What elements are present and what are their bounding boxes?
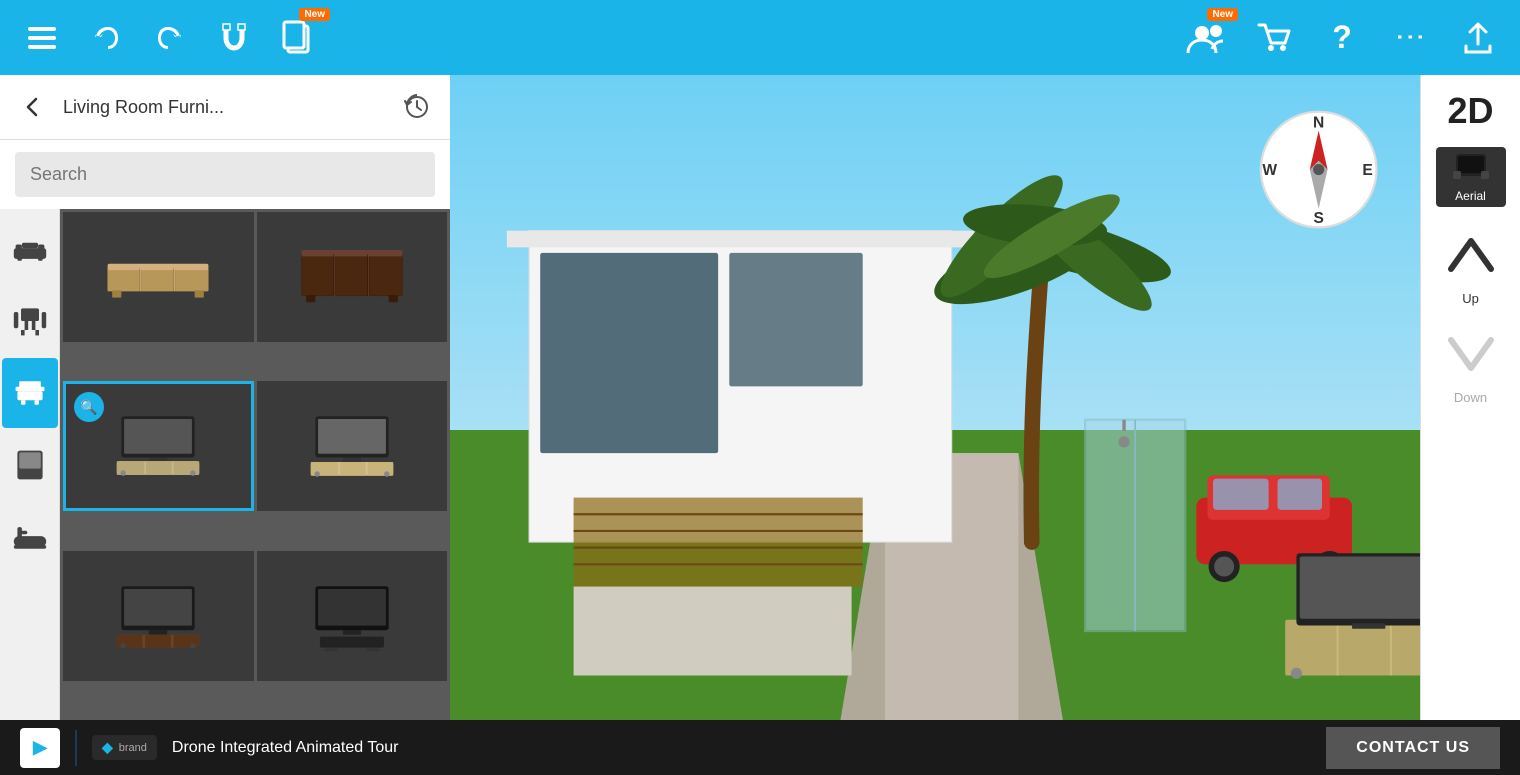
right-panel: 2D Aerial Up Down [1420,75,1520,720]
scene-svg: N S W E [450,75,1420,720]
category-bath[interactable] [2,502,58,572]
cart-button[interactable] [1252,16,1296,60]
category-sofa[interactable] [2,214,58,284]
help-button[interactable]: ? [1320,16,1364,60]
search-bar [0,140,450,209]
svg-text:N: N [1313,114,1324,131]
aerial-button[interactable]: Aerial [1436,147,1506,207]
magnet-button[interactable] [212,16,256,60]
more-button[interactable]: ⋮ [1388,16,1432,60]
category-dining[interactable] [2,286,58,356]
ad-brand-logo: ◆ brand [92,735,157,760]
toolbar-right-actions: New ? ⋮ [1184,16,1500,60]
2d-view-button[interactable]: 2D [1447,90,1493,132]
users-new-button[interactable]: New [1184,16,1228,60]
bottom-ad-bar: ▶ ◆ brand Drone Integrated Animated Tour… [0,720,1520,775]
panel-body: 🔍 [0,209,450,720]
furniture-item-1[interactable] [63,212,254,342]
up-button[interactable] [1436,227,1506,282]
svg-text:W: W [1262,162,1277,179]
furniture-item-6[interactable] [257,551,448,681]
ad-description: Drone Integrated Animated Tour [172,739,1311,757]
aerial-label: Aerial [1455,189,1486,203]
furniture-item-2[interactable] [257,212,448,342]
category-appliance[interactable] [2,430,58,500]
history-button[interactable] [399,89,435,125]
redo-button[interactable] [148,16,192,60]
panel-header: Living Room Furni... [0,75,450,140]
new-badge-tag: New [299,8,330,21]
svg-text:E: E [1362,162,1372,179]
contact-us-button[interactable]: CONTACT US [1326,727,1500,769]
furniture-item-3[interactable]: 🔍 [63,381,254,511]
upload-button[interactable] [1456,16,1500,60]
panel-title: Living Room Furni... [63,97,387,118]
back-button[interactable] [15,89,51,125]
svg-text:S: S [1313,210,1323,227]
category-sidebar [0,209,60,720]
category-tv-stand[interactable] [2,358,58,428]
search-input[interactable] [15,152,435,197]
furniture-item-4[interactable] [257,381,448,511]
main-toolbar: New New ? ⋮ [0,0,1520,75]
left-panel: Living Room Furni... [0,75,450,720]
ad-play-icon: ▶ [20,728,60,768]
copy-new-button[interactable]: New [276,16,320,60]
3d-viewport[interactable]: N S W E [450,75,1420,720]
users-new-badge: New [1207,8,1238,21]
menu-button[interactable] [20,16,64,60]
furniture-grid: 🔍 [60,209,450,720]
down-label: Down [1454,390,1487,405]
undo-button[interactable] [84,16,128,60]
ad-divider [75,730,77,766]
down-button[interactable] [1436,326,1506,381]
furniture-item-5[interactable] [63,551,254,681]
main-content: Living Room Furni... [0,75,1520,720]
up-label: Up [1462,291,1479,306]
